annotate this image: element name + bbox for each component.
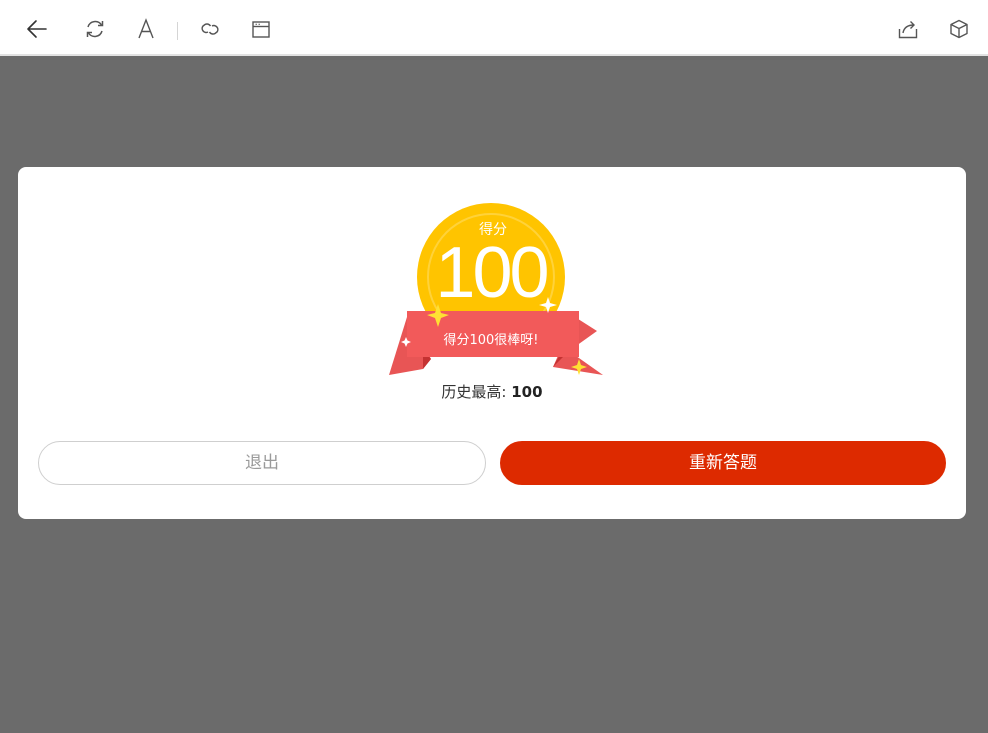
best-score-value: 100	[511, 383, 543, 401]
browser-toolbar	[0, 0, 988, 56]
back-arrow-icon[interactable]	[26, 18, 48, 40]
share-icon[interactable]	[897, 18, 919, 40]
cube-icon[interactable]	[948, 18, 970, 40]
ribbon-message: 得分100很棒呀!	[443, 333, 539, 348]
font-icon[interactable]	[135, 18, 157, 40]
retry-button[interactable]: 重新答题	[500, 441, 946, 485]
link-icon[interactable]	[199, 18, 221, 40]
toolbar-separator	[177, 22, 178, 40]
score-value: 100	[435, 233, 549, 313]
result-dialog: 得分 100 得分100很棒呀! 历史最高: 100 退出 重新答题	[18, 167, 966, 519]
best-score: 历史最高: 100	[18, 381, 966, 402]
refresh-icon[interactable]	[84, 18, 106, 40]
exit-button[interactable]: 退出	[38, 441, 486, 485]
score-medal: 得分 100 得分100很棒呀!	[383, 199, 603, 379]
best-score-label: 历史最高:	[441, 383, 512, 401]
window-icon[interactable]	[250, 18, 272, 40]
